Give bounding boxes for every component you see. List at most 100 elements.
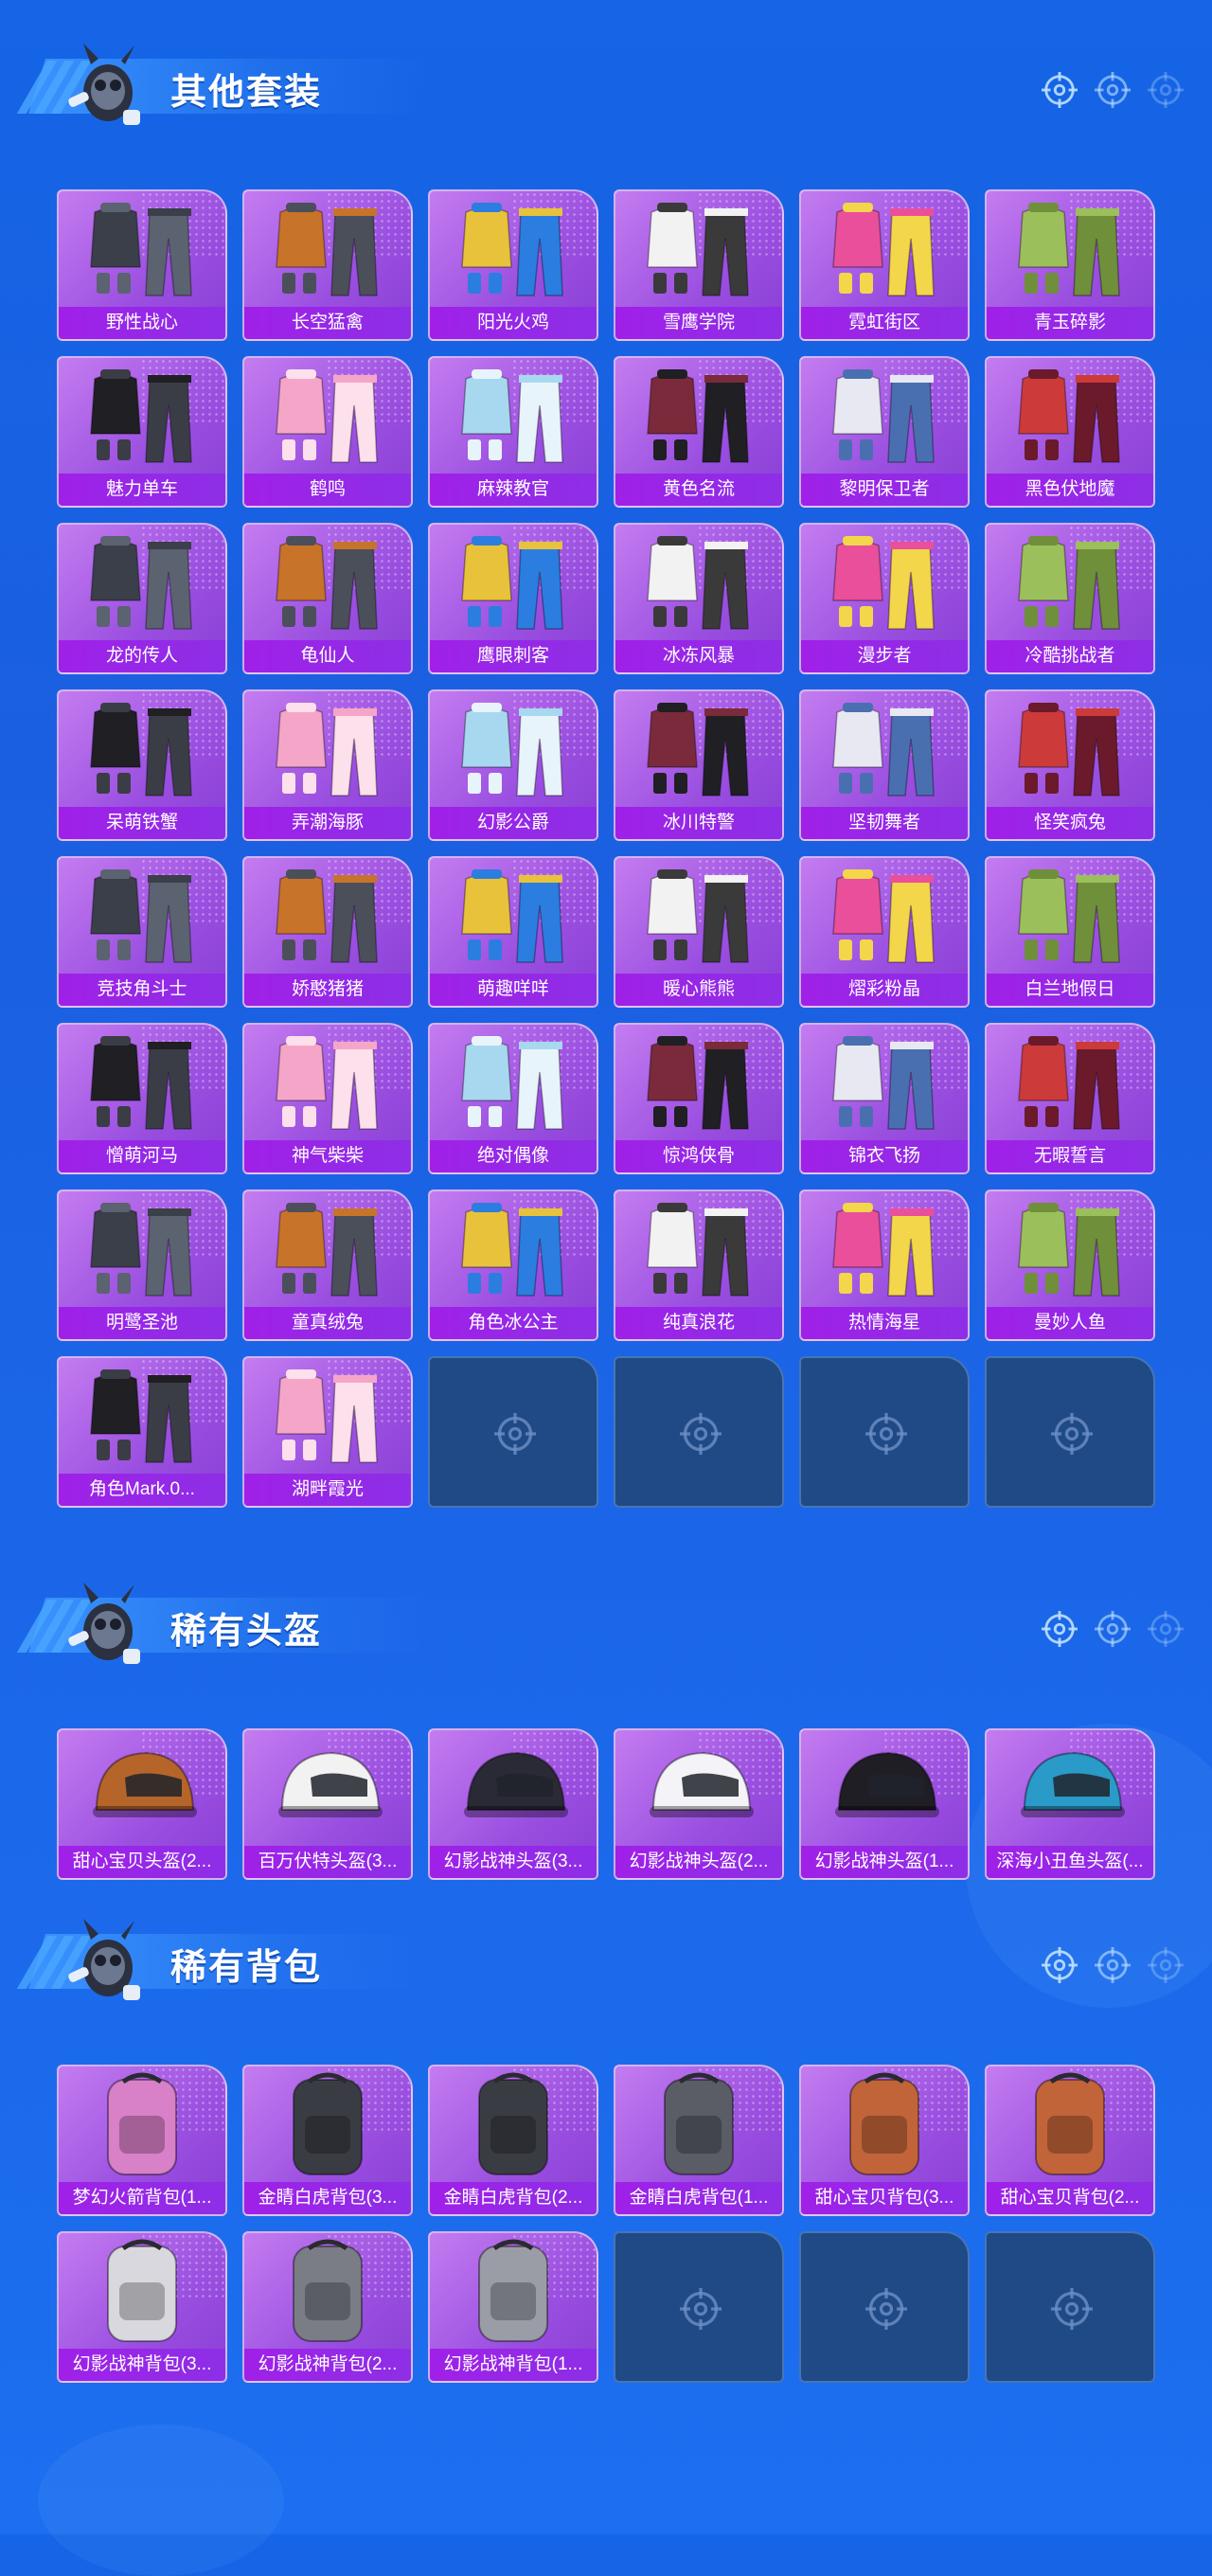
- item-card[interactable]: 龟仙人: [242, 523, 413, 674]
- item-card[interactable]: 萌趣咩咩: [428, 856, 598, 1008]
- item-card[interactable]: 锦衣飞扬: [799, 1023, 970, 1174]
- item-card[interactable]: 甜心宝贝背包(2...: [985, 2065, 1155, 2216]
- item-card[interactable]: 甜心宝贝背包(3...: [799, 2065, 970, 2216]
- item-label: 幻影战神背包(1...: [430, 2349, 597, 2381]
- item-label: 金睛白虎背包(3...: [244, 2182, 411, 2214]
- backpack-icon: [801, 2066, 968, 2184]
- section-target-icons: [1042, 1947, 1184, 1985]
- item-label: 鹤鸣: [244, 474, 411, 506]
- item-card[interactable]: 神气柴柴: [242, 1023, 413, 1174]
- item-card[interactable]: 冷酷挑战者: [985, 523, 1155, 674]
- item-card[interactable]: 甜心宝贝头盔(2...: [57, 1728, 227, 1880]
- outfit-icon: [615, 191, 782, 309]
- section-header: 稀有背包: [16, 1913, 1184, 2008]
- item-card[interactable]: 憎萌河马: [57, 1023, 227, 1174]
- item-card[interactable]: 惊鸿侠骨: [614, 1023, 784, 1174]
- item-label: 憎萌河马: [59, 1140, 225, 1172]
- item-label: 曼妙人鱼: [987, 1307, 1153, 1339]
- item-card[interactable]: 幻影战神背包(3...: [57, 2231, 227, 2383]
- item-card[interactable]: 野性战心: [57, 189, 227, 341]
- item-label: 黎明保卫者: [801, 474, 968, 506]
- item-label: 青玉碎影: [987, 307, 1153, 339]
- item-card[interactable]: 怪笑疯兔: [985, 689, 1155, 841]
- item-card[interactable]: 呆萌铁蟹: [57, 689, 227, 841]
- item-card[interactable]: 无暇誓言: [985, 1023, 1155, 1174]
- item-card[interactable]: 白兰地假日: [985, 856, 1155, 1008]
- item-card[interactable]: 角色Mark.0...: [57, 1356, 227, 1508]
- item-card[interactable]: 曼妙人鱼: [985, 1190, 1155, 1341]
- outfit-icon: [987, 858, 1153, 975]
- item-card[interactable]: 幻影公爵: [428, 689, 598, 841]
- item-card[interactable]: 梦幻火箭背包(1...: [57, 2065, 227, 2216]
- item-card[interactable]: 角色冰公主: [428, 1190, 598, 1341]
- item-card[interactable]: 幻影战神头盔(3...: [428, 1728, 598, 1880]
- outfit-icon: [801, 358, 968, 475]
- item-label: 梦幻火箭背包(1...: [59, 2182, 225, 2214]
- outfit-icon: [615, 525, 782, 642]
- item-label: 幻影战神背包(3...: [59, 2349, 225, 2381]
- backpack-icon: [59, 2066, 225, 2184]
- item-card[interactable]: 湖畔霞光: [242, 1356, 413, 1508]
- item-card[interactable]: 霓虹街区: [799, 189, 970, 341]
- item-card[interactable]: 长空猛禽: [242, 189, 413, 341]
- item-card[interactable]: 鹤鸣: [242, 356, 413, 508]
- item-card[interactable]: 麻辣教官: [428, 356, 598, 508]
- mascot-icon: [62, 1577, 150, 1672]
- outfit-icon: [244, 858, 411, 975]
- item-card[interactable]: 百万伏特头盔(3...: [242, 1728, 413, 1880]
- item-label: 锦衣飞扬: [801, 1140, 968, 1172]
- item-card[interactable]: 鹰眼刺客: [428, 523, 598, 674]
- item-card[interactable]: 幻影战神头盔(2...: [614, 1728, 784, 1880]
- item-card[interactable]: 幻影战神背包(1...: [428, 2231, 598, 2383]
- item-label: 幻影战神头盔(2...: [615, 1846, 782, 1878]
- item-card[interactable]: 冰冻风暴: [614, 523, 784, 674]
- item-card[interactable]: 黑色伏地魔: [985, 356, 1155, 508]
- item-card[interactable]: 青玉碎影: [985, 189, 1155, 341]
- item-card[interactable]: 冰川特警: [614, 689, 784, 841]
- empty-slot: [985, 1356, 1155, 1508]
- item-label: 白兰地假日: [987, 974, 1153, 1006]
- item-card[interactable]: 金睛白虎背包(1...: [614, 2065, 784, 2216]
- item-label: 竞技角斗士: [59, 974, 225, 1006]
- mascot-icon: [62, 1913, 150, 2008]
- item-card[interactable]: 热情海星: [799, 1190, 970, 1341]
- item-label: 无暇誓言: [987, 1140, 1153, 1172]
- item-card[interactable]: 暖心熊熊: [614, 856, 784, 1008]
- item-label: 暖心熊熊: [615, 974, 782, 1006]
- item-card[interactable]: 熠彩粉晶: [799, 856, 970, 1008]
- section-header: 稀有头盔: [16, 1577, 1184, 1672]
- item-card[interactable]: 幻影战神背包(2...: [242, 2231, 413, 2383]
- item-card[interactable]: 黎明保卫者: [799, 356, 970, 508]
- crosshair-icon: [865, 1413, 907, 1455]
- crosshair-icon: [1051, 1413, 1093, 1455]
- item-card[interactable]: 金睛白虎背包(2...: [428, 2065, 598, 2216]
- item-card[interactable]: 阳光火鸡: [428, 189, 598, 341]
- outfit-icon: [801, 525, 968, 642]
- item-label: 幻影战神背包(2...: [244, 2349, 411, 2381]
- backpack-icon: [987, 2066, 1153, 2184]
- item-card[interactable]: 童真绒兔: [242, 1190, 413, 1341]
- item-card[interactable]: 魅力单车: [57, 356, 227, 508]
- item-card[interactable]: 深海小丑鱼头盔(...: [985, 1728, 1155, 1880]
- item-card[interactable]: 弄潮海豚: [242, 689, 413, 841]
- item-card[interactable]: 绝对偶像: [428, 1023, 598, 1174]
- item-card[interactable]: 竞技角斗士: [57, 856, 227, 1008]
- item-card[interactable]: 幻影战神头盔(1...: [799, 1728, 970, 1880]
- item-card[interactable]: 黄色名流: [614, 356, 784, 508]
- item-card[interactable]: 纯真浪花: [614, 1190, 784, 1341]
- item-label: 弄潮海豚: [244, 807, 411, 839]
- item-card[interactable]: 金睛白虎背包(3...: [242, 2065, 413, 2216]
- item-label: 童真绒兔: [244, 1307, 411, 1339]
- item-card[interactable]: 雪鹰学院: [614, 189, 784, 341]
- item-card[interactable]: 龙的传人: [57, 523, 227, 674]
- outfit-icon: [801, 858, 968, 975]
- item-label: 漫步者: [801, 640, 968, 672]
- background-decoration: [38, 2424, 284, 2576]
- item-label: 明鹭圣池: [59, 1307, 225, 1339]
- item-card[interactable]: 娇憨猪猪: [242, 856, 413, 1008]
- crosshair-icon: [1095, 72, 1131, 108]
- item-card[interactable]: 明鹭圣池: [57, 1190, 227, 1341]
- backpack-icon: [615, 2066, 782, 2184]
- item-card[interactable]: 漫步者: [799, 523, 970, 674]
- item-card[interactable]: 坚韧舞者: [799, 689, 970, 841]
